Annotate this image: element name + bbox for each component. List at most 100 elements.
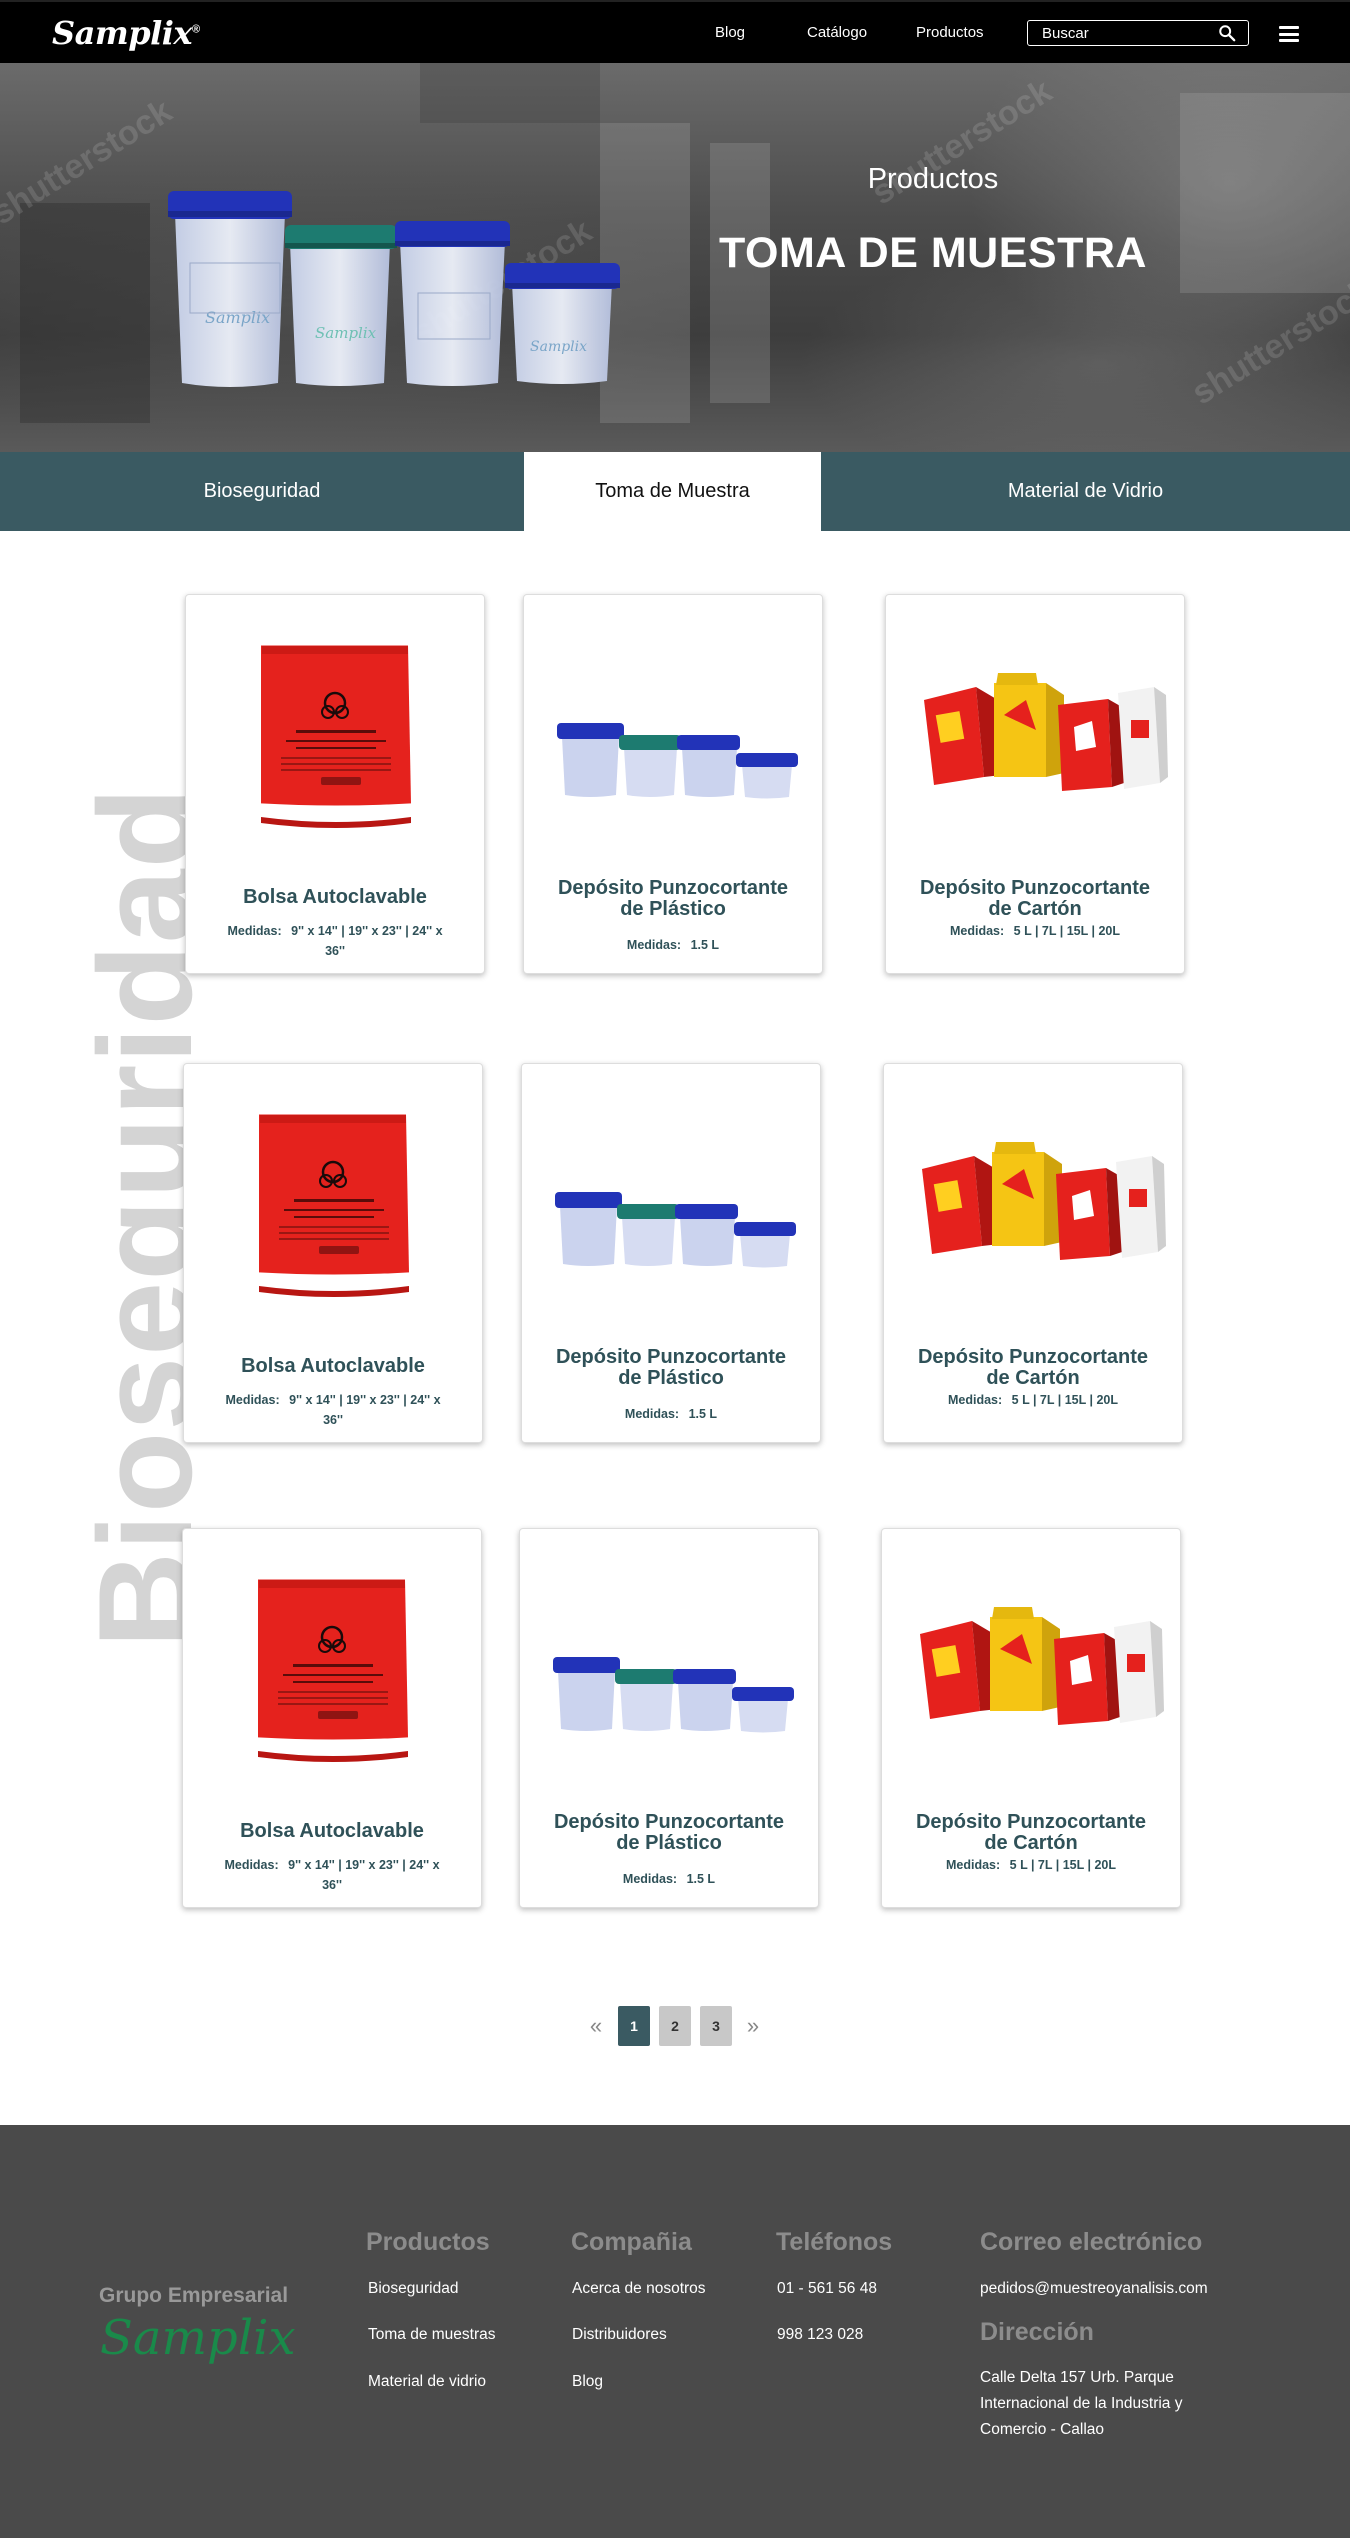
product-image[interactable]: [882, 1529, 1182, 1769]
product-measures-label: Medidas:: [225, 1393, 280, 1407]
product-measures-label: Medidas:: [622, 1872, 678, 1886]
footer-phone-2: 998 123 028: [777, 2326, 864, 2343]
brand-logo[interactable]: Samplix®: [52, 14, 200, 52]
product-measures: Medidas: 1.5 L: [559, 935, 787, 955]
containers-illustration: [553, 1657, 794, 1733]
product-card[interactable]: Depósito Punzocortante de Cartón Medidas:…: [881, 1528, 1181, 1908]
tab-material-de-vidrio[interactable]: Material de Vidrio: [821, 452, 1350, 531]
brand-logo-text: Samplix: [52, 14, 192, 52]
product-name[interactable]: Bolsa Autoclavable: [204, 1356, 462, 1377]
tab-bioseguridad[interactable]: Bioseguridad: [0, 452, 524, 531]
containers-illustration: [555, 1192, 796, 1268]
footer-link-toma-de-muestras[interactable]: Toma de muestras: [368, 2326, 496, 2344]
product-card[interactable]: Bolsa Autoclavable Medidas: 9'' x 14'' | …: [182, 1528, 482, 1908]
footer-brand-script: Samplix: [100, 2310, 296, 2366]
pagination-next-icon[interactable]: »: [737, 2006, 769, 2046]
product-measures-label: Medidas:: [947, 1393, 1003, 1407]
product-measures: Medidas: 5 L | 7L | 15L | 20L: [917, 1855, 1145, 1875]
product-image[interactable]: [186, 595, 486, 835]
footer-email-link[interactable]: pedidos@muestreoyanalisis.com: [980, 2280, 1208, 2298]
product-image[interactable]: [884, 1064, 1184, 1304]
footer-heading-telefonos: Teléfonos: [776, 2228, 893, 2256]
product-image[interactable]: [183, 1529, 483, 1769]
pagination-page-1[interactable]: 1: [618, 2006, 650, 2046]
boxes-illustration: [920, 1607, 1164, 1725]
footer-address: Calle Delta 157 Urb. Parque Internaciona…: [980, 2369, 1183, 2438]
nav-link-blog[interactable]: Blog: [715, 24, 745, 41]
product-measures-value: 9'' x 14'' | 19'' x 23'' | 24'' x 36'': [288, 1858, 440, 1892]
footer-link-bioseguridad[interactable]: Bioseguridad: [368, 2280, 458, 2298]
product-name[interactable]: Depósito Punzocortante de Cartón: [906, 878, 1164, 920]
tab-toma-de-muestra[interactable]: Toma de Muestra: [524, 452, 821, 531]
footer-heading-correo: Correo electrónico: [980, 2228, 1203, 2256]
product-name[interactable]: Depósito Punzocortante de Cartón: [904, 1347, 1162, 1389]
product-name[interactable]: Depósito Punzocortante de Cartón: [902, 1812, 1160, 1854]
product-name[interactable]: Depósito Punzocortante de Plástico: [540, 1812, 798, 1854]
svg-text:Samplix: Samplix: [205, 308, 270, 327]
footer-link-material-de-vidrio[interactable]: Material de vidrio: [368, 2373, 486, 2391]
product-measures: Medidas: 9'' x 14'' | 19'' x 23'' | 24''…: [221, 921, 449, 961]
boxes-illustration: [924, 673, 1168, 791]
product-measures-value: 5 L | 7L | 15L | 20L: [1011, 1393, 1119, 1407]
product-measures-label: Medidas:: [949, 924, 1005, 938]
hero-title: TOMA DE MUESTRA: [719, 229, 1147, 277]
product-card[interactable]: Depósito Punzocortante de Cartón Medidas:…: [885, 594, 1185, 974]
product-card[interactable]: Depósito Punzocortante de Plástico Medida…: [519, 1528, 819, 1908]
search-box: [1027, 20, 1249, 46]
footer-link-acerca[interactable]: Acerca de nosotros: [572, 2280, 706, 2298]
hero-banner: shutterstock shutterstock shutterstock s…: [0, 63, 1350, 452]
bag-illustration: [258, 1579, 408, 1762]
product-measures-label: Medidas:: [227, 924, 282, 938]
nav-link-catalogo[interactable]: Catálogo: [807, 24, 867, 41]
top-navbar: Samplix® Blog Catálogo Productos: [0, 0, 1350, 63]
product-measures: Medidas: 5 L | 7L | 15L | 20L: [921, 921, 1149, 941]
hero-subtitle: Productos: [867, 163, 999, 195]
hero-watermark-4: shutterstock: [1185, 271, 1350, 413]
pagination-page-2[interactable]: 2: [659, 2006, 691, 2046]
search-input[interactable]: [1042, 23, 1212, 43]
pagination-prev-icon[interactable]: «: [580, 2006, 612, 2046]
product-name[interactable]: Depósito Punzocortante de Plástico: [544, 878, 802, 920]
footer-link-blog[interactable]: Blog: [572, 2373, 603, 2391]
hero-containers-image: Samplix Samplix Samplix: [168, 191, 620, 387]
menu-hamburger-icon[interactable]: [1279, 26, 1299, 42]
product-measures-value: 1.5 L: [686, 1872, 716, 1886]
product-card[interactable]: Depósito Punzocortante de Cartón Medidas:…: [883, 1063, 1183, 1443]
product-measures-value: 1.5 L: [688, 1407, 718, 1421]
product-image[interactable]: [522, 1064, 822, 1304]
product-measures-value: 5 L | 7L | 15L | 20L: [1009, 1858, 1117, 1872]
pagination-page-3[interactable]: 3: [700, 2006, 732, 2046]
product-measures-label: Medidas:: [626, 938, 682, 952]
product-measures-label: Medidas:: [224, 1858, 279, 1872]
product-image[interactable]: [886, 595, 1186, 835]
product-card[interactable]: Depósito Punzocortante de Plástico Medida…: [523, 594, 823, 974]
footer-phone-1: 01 - 561 56 48: [777, 2280, 877, 2297]
product-measures-value: 5 L | 7L | 15L | 20L: [1013, 924, 1121, 938]
containers-illustration: [557, 723, 798, 799]
product-image[interactable]: [524, 595, 824, 835]
footer-heading-compania: Compañia: [571, 2228, 692, 2256]
product-measures-value: 9'' x 14'' | 19'' x 23'' | 24'' x 36'': [289, 1393, 441, 1427]
product-image[interactable]: [520, 1529, 820, 1769]
product-measures-label: Medidas:: [945, 1858, 1001, 1872]
product-card[interactable]: Bolsa Autoclavable Medidas: 9'' x 14'' | …: [185, 594, 485, 974]
bag-illustration: [259, 1114, 409, 1297]
svg-text:Samplix: Samplix: [315, 324, 377, 342]
nav-link-productos[interactable]: Productos: [916, 24, 984, 41]
product-measures: Medidas: 1.5 L: [555, 1869, 783, 1889]
product-image[interactable]: [184, 1064, 484, 1304]
svg-text:Samplix: Samplix: [530, 339, 587, 355]
product-measures: Medidas: 9'' x 14'' | 19'' x 23'' | 24''…: [218, 1855, 446, 1895]
product-name[interactable]: Bolsa Autoclavable: [206, 887, 464, 908]
product-measures-value: 1.5 L: [690, 938, 720, 952]
product-card[interactable]: Bolsa Autoclavable Medidas: 9'' x 14'' | …: [183, 1063, 483, 1443]
product-measures-value: 9'' x 14'' | 19'' x 23'' | 24'' x 36'': [291, 924, 443, 958]
product-card[interactable]: Depósito Punzocortante de Plástico Medida…: [521, 1063, 821, 1443]
footer-heading-direccion: Dirección: [980, 2318, 1094, 2346]
product-name[interactable]: Bolsa Autoclavable: [203, 1821, 461, 1842]
search-icon[interactable]: [1218, 24, 1236, 42]
product-measures: Medidas: 9'' x 14'' | 19'' x 23'' | 24''…: [219, 1390, 447, 1430]
footer-link-distribuidores[interactable]: Distribuidores: [572, 2326, 667, 2344]
boxes-illustration: [922, 1142, 1166, 1260]
product-name[interactable]: Depósito Punzocortante de Plástico: [542, 1347, 800, 1389]
